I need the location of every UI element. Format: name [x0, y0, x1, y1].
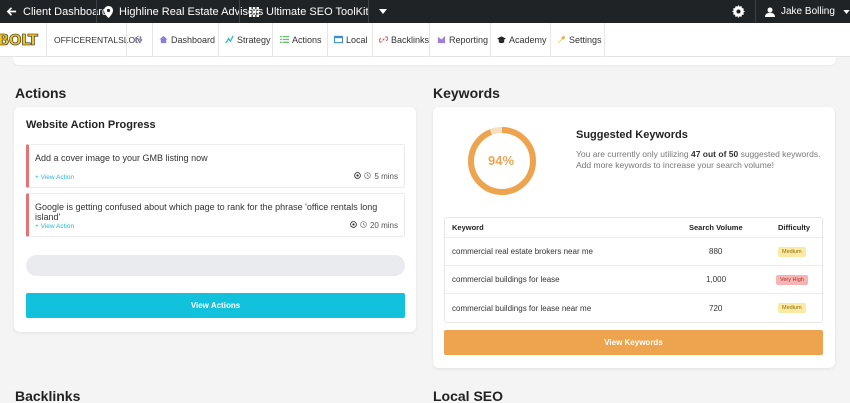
wrench-icon — [557, 35, 566, 46]
toolkit-selector[interactable]: Ultimate SEO ToolKit — [249, 0, 387, 23]
nav-local[interactable]: Local — [334, 23, 368, 57]
account-selector[interactable]: OFFICERENTALSLON — [54, 23, 141, 57]
settings-button[interactable] — [732, 0, 745, 23]
nav-reporting-label: Reporting — [449, 35, 489, 45]
volume-cell: 720 — [709, 303, 723, 313]
main-nav: BOLT OFFICERENTALSLON Dashboard Strategy… — [0, 23, 850, 57]
clock-icon — [364, 172, 372, 181]
nav-reporting[interactable]: Reporting — [437, 23, 488, 57]
user-menu[interactable]: Jake Bolling — [765, 0, 850, 23]
graduation-cap-icon — [497, 35, 506, 46]
bolt-logo[interactable]: BOLT — [0, 31, 38, 50]
difficulty-badge: Medium — [778, 303, 806, 313]
volume-cell: 880 — [709, 247, 723, 256]
keywords-section-title: Keywords — [433, 85, 500, 101]
difficulty-column-header: Difficulty — [778, 223, 811, 232]
keyword-cell: commercial buildings for lease near me — [452, 303, 592, 313]
link-icon — [379, 35, 388, 46]
view-actions-button[interactable]: View Actions — [26, 293, 405, 318]
location-label: Highline Real Estate Advisors — [119, 5, 264, 18]
account-settings-button[interactable] — [134, 23, 143, 57]
suggested-keywords-title: Suggested Keywords — [576, 129, 688, 141]
table-row: commercial real estate brokers near me 8… — [445, 238, 822, 266]
view-action-link[interactable]: + View Action — [35, 223, 74, 230]
caret-down-icon — [843, 9, 850, 14]
nav-strategy[interactable]: Strategy — [225, 23, 271, 57]
nav-actions-label: Actions — [292, 35, 322, 45]
nav-strategy-label: Strategy — [237, 35, 271, 45]
search-volume-column-header: Search Volume — [689, 223, 743, 232]
table-header: Keyword Search Volume Difficulty — [445, 218, 822, 238]
home-icon — [159, 35, 168, 46]
cog-icon — [134, 35, 143, 46]
table-row: commercial buildings for lease near me 7… — [445, 294, 822, 322]
action-time-label: 5 mins — [374, 172, 398, 181]
backlinks-section-title: Backlinks — [15, 388, 81, 403]
suggested-keywords-description: You are currently only utilizing 47 out … — [576, 149, 821, 170]
map-pin-icon — [104, 5, 113, 18]
reporting-icon — [437, 35, 446, 46]
keywords-table: Keyword Search Volume Difficulty commerc… — [444, 217, 823, 323]
grid-icon — [249, 6, 259, 17]
user-name: Jake Bolling — [781, 6, 835, 17]
action-time: 20 mins — [350, 221, 398, 230]
actions-card: Website Action Progress Add a cover imag… — [14, 107, 416, 332]
action-text: Add a cover image to your GMB listing no… — [35, 153, 208, 163]
keyword-column-header: Keyword — [452, 223, 484, 232]
nav-actions[interactable]: Actions — [280, 23, 322, 57]
header-strip — [13, 57, 836, 65]
back-to-client-dashboard[interactable]: Client Dashboard — [6, 0, 108, 23]
website-action-progress-title: Website Action Progress — [26, 119, 156, 131]
clock-icon — [360, 221, 367, 230]
table-row: commercial buildings for lease 1,000 Ver… — [445, 266, 822, 294]
nav-settings-label: Settings — [569, 35, 602, 45]
view-action-link[interactable]: + View Action — [35, 174, 74, 181]
nav-dashboard[interactable]: Dashboard — [159, 23, 215, 57]
target-icon — [354, 172, 362, 181]
action-progress-bar — [26, 255, 405, 276]
nav-local-label: Local — [346, 35, 368, 45]
volume-cell: 1,000 — [706, 275, 727, 284]
keyword-cell: commercial buildings for lease — [452, 275, 560, 284]
keywords-card: 94% Suggested Keywords You are currently… — [433, 107, 835, 368]
local-icon — [334, 35, 343, 46]
target-icon — [350, 221, 357, 230]
list-icon — [280, 35, 289, 46]
toolkit-label: Ultimate SEO ToolKit — [266, 5, 369, 18]
gauge-percent-label: 94% — [488, 153, 515, 168]
nav-backlinks-label: Backlinks — [391, 35, 430, 45]
difficulty-badge: Medium — [778, 246, 806, 257]
actions-section-title: Actions — [15, 85, 67, 101]
action-time-label: 20 mins — [369, 221, 398, 230]
top-bar: Client Dashboard Highline Real Estate Ad… — [0, 0, 850, 23]
nav-dashboard-label: Dashboard — [171, 35, 216, 45]
arrow-left-icon — [6, 6, 17, 17]
caret-down-icon — [378, 9, 387, 14]
nav-backlinks[interactable]: Backlinks — [379, 23, 429, 57]
strategy-icon — [225, 35, 234, 46]
local-seo-section-title: Local SEO — [433, 388, 504, 403]
action-item: Google is getting confused about which p… — [26, 193, 405, 237]
user-icon — [765, 7, 775, 17]
action-item: Add a cover image to your GMB listing no… — [26, 144, 405, 188]
nav-settings[interactable]: Settings — [557, 23, 602, 57]
nav-academy-label: Academy — [509, 35, 547, 45]
account-label: OFFICERENTALSLON — [54, 35, 142, 45]
keyword-cell: commercial real estate brokers near me — [452, 247, 593, 256]
nav-academy[interactable]: Academy — [497, 23, 547, 57]
gear-icon — [732, 5, 745, 18]
action-text: Google is getting confused about which p… — [35, 202, 378, 222]
action-time: 5 mins — [354, 172, 398, 181]
difficulty-badge: Very High — [776, 274, 808, 285]
view-keywords-button[interactable]: View Keywords — [444, 330, 823, 355]
